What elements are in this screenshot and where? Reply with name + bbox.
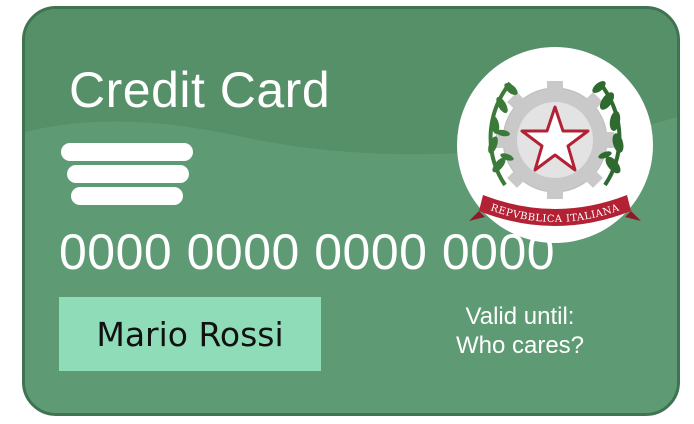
cardholder-name-box: Mario Rossi: [59, 297, 321, 371]
card-title: Credit Card: [69, 62, 331, 118]
cardholder-name: Mario Rossi: [96, 314, 284, 354]
valid-until-label: Valid until:: [465, 303, 575, 330]
valid-until-value: Who cares?: [455, 332, 585, 359]
italian-republic-emblem-icon: REPVBBLICA ITALIANA: [457, 47, 653, 243]
credit-card: Credit Card 0000 0000 0000 0000 Mario Ro…: [22, 6, 680, 416]
validity-block: Valid until: Who cares?: [435, 302, 605, 360]
